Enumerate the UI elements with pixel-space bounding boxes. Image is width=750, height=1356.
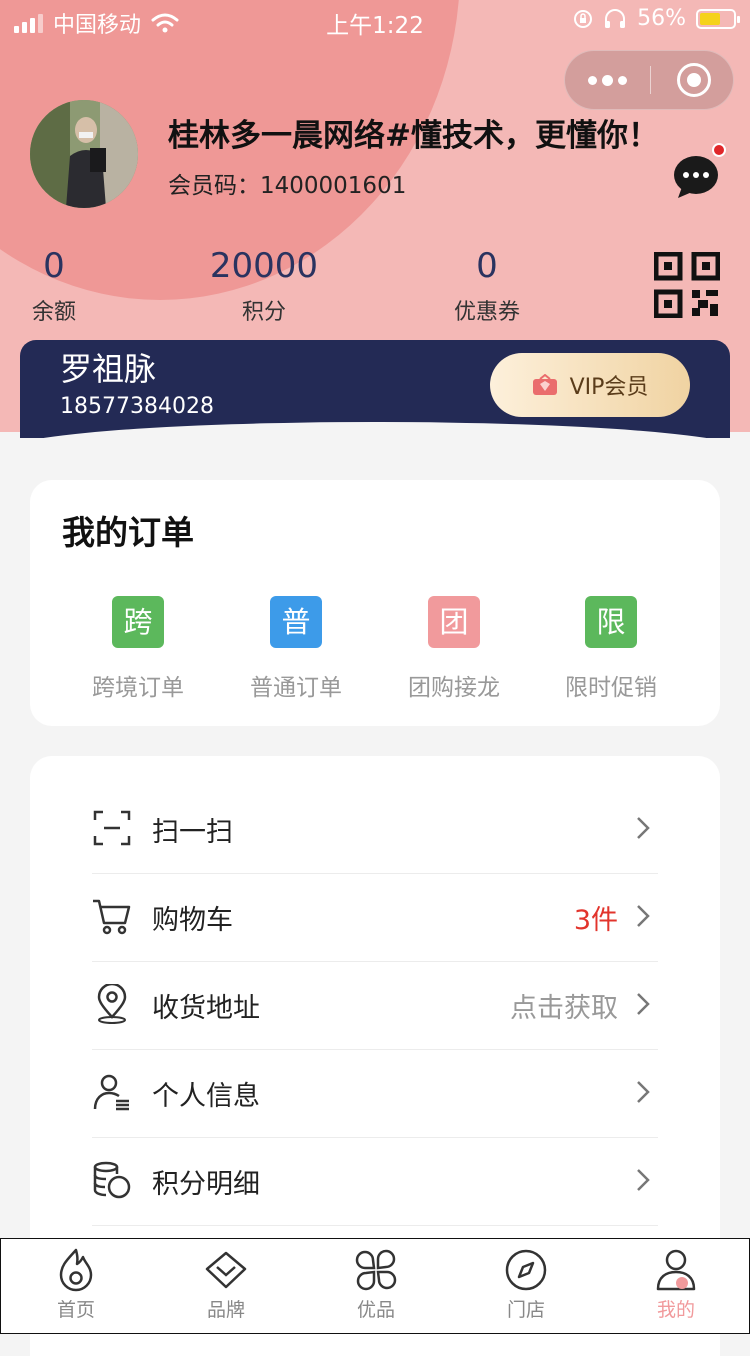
- battery-percent: 56%: [637, 6, 686, 31]
- groupbuy-badge: 团: [428, 596, 480, 648]
- tab-picks[interactable]: 优品: [301, 1247, 451, 1322]
- qr-code-icon[interactable]: [654, 252, 720, 318]
- menu-row-cart[interactable]: 购物车 3件: [92, 874, 658, 962]
- flame-icon: [59, 1248, 93, 1292]
- tab-stores-label: 门店: [506, 1299, 545, 1321]
- avatar[interactable]: [30, 100, 138, 208]
- menu-row-profile[interactable]: 个人信息: [92, 1050, 658, 1138]
- stat-balance[interactable]: 0 余额: [24, 244, 84, 326]
- tab-mine-label: 我的: [656, 1299, 695, 1321]
- capsule-divider: [650, 66, 651, 94]
- flashsale-badge: 限: [585, 596, 637, 648]
- avatar-image: [30, 100, 138, 208]
- menu-row-points[interactable]: 积分明细: [92, 1138, 658, 1226]
- grid-icon: [355, 1249, 397, 1291]
- more-options-button[interactable]: [565, 51, 650, 109]
- crossborder-label: 跨境订单: [92, 675, 184, 701]
- chevron-right-icon: [637, 905, 650, 927]
- unread-dot: [712, 143, 726, 157]
- address-action: 点击获取: [510, 993, 618, 1024]
- tab-bar: 首页 品牌 优品 门店 我的: [0, 1238, 750, 1334]
- menu-row-scan[interactable]: 扫一扫: [92, 786, 658, 874]
- tab-stores[interactable]: 门店: [451, 1247, 601, 1322]
- chevron-right-icon: [637, 993, 650, 1015]
- tab-mine[interactable]: 我的: [601, 1247, 750, 1322]
- address-label: 收货地址: [152, 993, 260, 1024]
- member-code: 会员码：1400001601: [168, 173, 407, 199]
- cart-label: 购物车: [152, 905, 233, 936]
- balance-value: 0: [43, 246, 65, 286]
- menu-row-address[interactable]: 收货地址 点击获取: [92, 962, 658, 1050]
- points-label: 积分: [241, 300, 286, 325]
- shop-name: 桂林多一晨网络#懂技术，更懂你！: [168, 118, 659, 154]
- chevron-right-icon: [637, 817, 650, 839]
- status-bar: 中国移动 上午1:22 56%: [0, 0, 750, 42]
- location-icon: [97, 984, 127, 1024]
- chat-icon[interactable]: [672, 154, 720, 200]
- profile-label: 个人信息: [152, 1081, 260, 1112]
- stat-points[interactable]: 20000 积分: [204, 244, 324, 326]
- tab-picks-label: 优品: [356, 1299, 395, 1321]
- battery-icon: [696, 8, 740, 29]
- stat-coupons[interactable]: 0 优惠券: [446, 244, 528, 326]
- tab-brand-label: 品牌: [206, 1299, 245, 1321]
- close-mini-program-button[interactable]: [677, 63, 711, 97]
- user-phone: 18577384028: [60, 394, 214, 419]
- person-icon: [93, 1074, 129, 1111]
- order-type-normal[interactable]: 普 普通订单: [226, 596, 366, 702]
- chevron-right-icon: [637, 1081, 650, 1103]
- user-name: 罗祖脉: [60, 350, 157, 388]
- order-type-groupbuy[interactable]: 团 团购接龙: [384, 596, 524, 702]
- points-value: 20000: [209, 246, 319, 286]
- tab-brand[interactable]: 品牌: [151, 1247, 301, 1322]
- tab-home[interactable]: 首页: [1, 1247, 151, 1322]
- cart-icon: [93, 899, 131, 935]
- coupons-label: 优惠券: [453, 300, 520, 325]
- tab-home-label: 首页: [56, 1299, 95, 1321]
- vip-card: 罗祖脉 18577384028 VIP会员: [20, 340, 730, 438]
- diamond-icon: [205, 1251, 247, 1289]
- coupons-value: 0: [476, 246, 498, 286]
- user-icon: [656, 1249, 696, 1291]
- order-type-flashsale[interactable]: 限 限时促销: [541, 596, 681, 702]
- coins-icon: [93, 1161, 131, 1199]
- groupbuy-label: 团购接龙: [408, 675, 500, 701]
- compass-icon: [505, 1249, 547, 1291]
- headphones-icon: [605, 8, 626, 28]
- orders-card: 我的订单 跨 跨境订单 普 普通订单 团 团购接龙 限 限时促销: [30, 480, 720, 726]
- vip-member-button[interactable]: VIP会员: [490, 353, 690, 417]
- scan-icon: [93, 810, 131, 846]
- normal-badge: 普: [270, 596, 322, 648]
- vip-button-label: VIP会员: [569, 375, 649, 400]
- orders-title: 我的订单: [62, 513, 194, 552]
- normal-label: 普通订单: [250, 675, 342, 701]
- rotation-lock-icon: [574, 9, 593, 28]
- balance-label: 余额: [31, 300, 76, 325]
- cart-count: 3件: [573, 905, 618, 936]
- order-type-crossborder[interactable]: 跨 跨境订单: [68, 596, 208, 702]
- mini-program-capsule: [564, 50, 734, 110]
- scan-label: 扫一扫: [152, 817, 233, 848]
- crossborder-badge: 跨: [112, 596, 164, 648]
- vip-gift-icon: [532, 374, 557, 395]
- chevron-right-icon: [637, 1169, 650, 1191]
- points-detail-label: 积分明细: [152, 1169, 260, 1200]
- flashsale-label: 限时促销: [565, 675, 657, 701]
